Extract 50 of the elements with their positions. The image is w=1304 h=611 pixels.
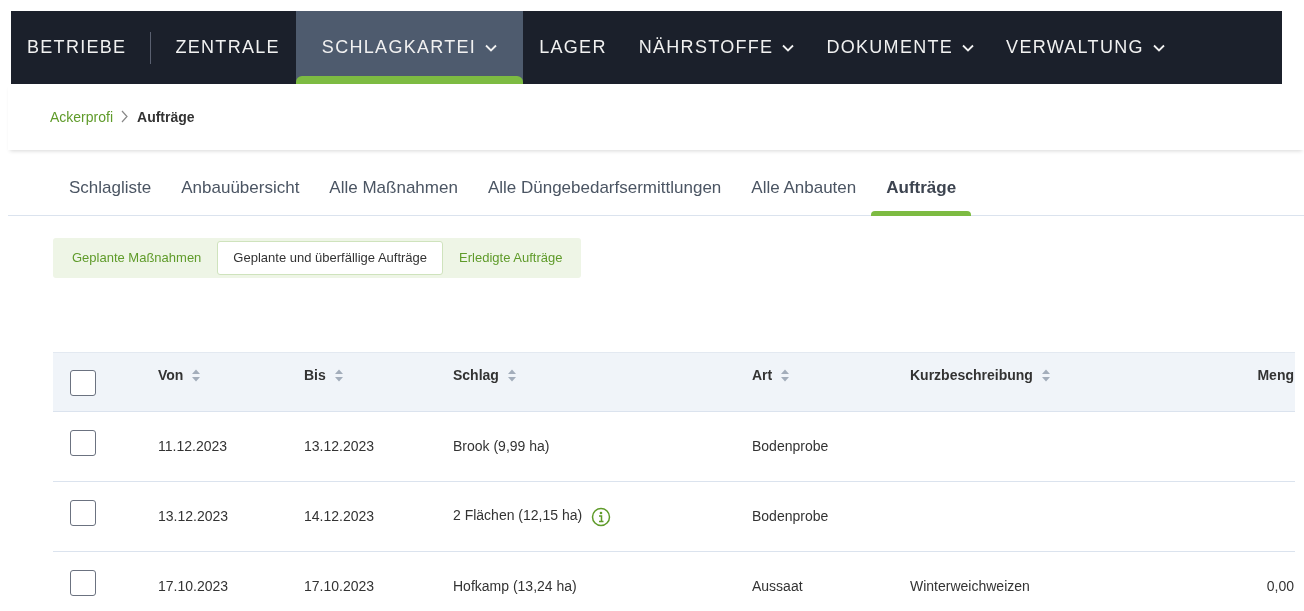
nav-item[interactable]: LAGER bbox=[523, 11, 623, 84]
nav-item[interactable]: NÄHRSTOFFE bbox=[622, 11, 811, 84]
tab[interactable]: Alle Anbauten bbox=[736, 174, 872, 215]
table-cell: 0,00 bbox=[1266, 577, 1294, 594]
chevron-down-icon bbox=[962, 43, 975, 52]
table-cell: 11.12.2023 bbox=[158, 437, 228, 454]
tab[interactable]: Aufträge bbox=[871, 174, 972, 215]
table-cell: Aussaat bbox=[752, 577, 803, 594]
checkbox[interactable] bbox=[70, 500, 96, 526]
table-cell: 17.10.2023 bbox=[158, 577, 229, 594]
tab[interactable]: Anbauübersicht bbox=[166, 174, 315, 215]
nav-item[interactable]: VERWALTUNG bbox=[990, 11, 1181, 84]
table-cell: 2 Flächen (12,15 ha) bbox=[453, 507, 583, 524]
table-cell: 14.12.2023 bbox=[304, 507, 375, 524]
sort-icon bbox=[191, 368, 202, 382]
nav-item[interactable]: DOKUMENTE bbox=[810, 11, 991, 84]
breadcrumb-current: Aufträge bbox=[137, 107, 195, 127]
table-cell: 13.12.2023 bbox=[304, 437, 375, 454]
column-header[interactable]: Von bbox=[158, 364, 202, 386]
chevron-right-icon bbox=[121, 110, 130, 124]
column-header[interactable]: Meng bbox=[1257, 364, 1294, 386]
tab[interactable]: Alle Düngebedarfsermittlungen bbox=[472, 174, 737, 215]
table-cell: 17.10.2023 bbox=[304, 577, 375, 594]
table-cell: Brook (9,99 ha) bbox=[453, 437, 550, 454]
chevron-down-icon bbox=[485, 43, 498, 52]
filter-tab[interactable]: Geplante und überfällige Aufträge bbox=[217, 241, 444, 275]
sort-icon bbox=[1040, 368, 1051, 382]
nav-item[interactable]: ZENTRALE bbox=[159, 11, 296, 84]
table-cell: Bodenprobe bbox=[752, 507, 829, 524]
checkbox[interactable] bbox=[70, 430, 96, 456]
table-cell: Hofkamp (13,24 ha) bbox=[453, 577, 577, 594]
nav-item[interactable]: BETRIEBE bbox=[11, 11, 143, 84]
nav-item[interactable]: SCHLAGKARTEI bbox=[295, 11, 524, 84]
chevron-down-icon bbox=[782, 43, 795, 52]
tab[interactable]: Alle Maßnahmen bbox=[314, 174, 473, 215]
column-header[interactable]: Kurzbeschreibung bbox=[910, 364, 1051, 386]
table-cell: Bodenprobe bbox=[752, 437, 829, 454]
sort-icon bbox=[333, 368, 344, 382]
sort-icon bbox=[506, 368, 517, 382]
column-header[interactable]: Art bbox=[752, 364, 791, 386]
breadcrumb-link[interactable]: Ackerprofi bbox=[50, 106, 114, 128]
table-cell: 13.12.2023 bbox=[158, 507, 229, 524]
chevron-down-icon bbox=[1152, 43, 1165, 52]
tab[interactable]: Schlagliste bbox=[54, 174, 167, 215]
column-header[interactable]: Schlag bbox=[453, 364, 517, 386]
table-cell: Winterweichweizen bbox=[910, 577, 1030, 594]
checkbox[interactable] bbox=[70, 570, 96, 596]
checkbox[interactable] bbox=[70, 369, 96, 396]
column-header[interactable]: Bis bbox=[304, 364, 344, 386]
sort-icon bbox=[780, 368, 791, 382]
